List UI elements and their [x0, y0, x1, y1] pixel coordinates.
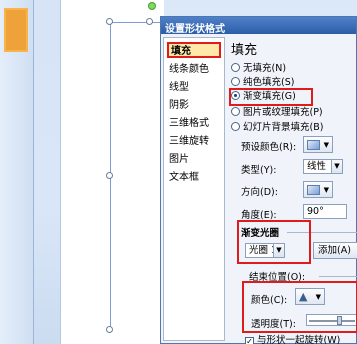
- highlight-gradient-fill: [229, 88, 313, 106]
- type-label: 类型(Y):: [241, 165, 277, 176]
- highlight-gradient-stops: [237, 220, 311, 264]
- rotation-handle[interactable]: [148, 2, 156, 10]
- radio-background-fill[interactable]: 幻灯片背景填充(B): [231, 121, 323, 135]
- resize-handle-left[interactable]: [106, 172, 113, 179]
- checkmark-icon: ✓: [245, 337, 254, 344]
- gradient-swatch-icon: [307, 140, 320, 150]
- type-select[interactable]: 线性 ▼: [303, 159, 343, 174]
- nav-item-3d-format[interactable]: 三维格式: [167, 116, 221, 132]
- angle-label: 角度(E):: [241, 210, 277, 221]
- radio-icon: [231, 77, 240, 86]
- resize-handle-top[interactable]: [146, 18, 153, 25]
- preset-color-button[interactable]: ▼: [303, 136, 333, 153]
- radio-no-fill[interactable]: 无填充(N): [231, 62, 286, 76]
- add-stop-button[interactable]: 添加(A): [313, 242, 357, 259]
- radio-icon: [231, 63, 240, 72]
- radio-label: 纯色填充(S): [243, 77, 295, 88]
- nav-item-3d-rotation[interactable]: 三维旋转: [167, 134, 221, 150]
- checkbox-label: 与形状一起旋转(W): [257, 335, 341, 344]
- direction-button[interactable]: ▼: [303, 181, 333, 198]
- nav-item-fill[interactable]: 填充: [167, 42, 221, 58]
- chevron-down-icon: ▼: [323, 186, 329, 194]
- radio-icon: [231, 122, 240, 131]
- nav-item-line-color[interactable]: 线条颜色: [167, 62, 221, 78]
- nav-item-text-box[interactable]: 文本框: [167, 170, 221, 186]
- group-divider: [319, 276, 357, 277]
- slide-thumbnail-panel: 1: [0, 0, 34, 344]
- gradient-direction-icon: [307, 185, 320, 195]
- radio-label: 无填充(N): [243, 63, 287, 74]
- resize-handle-top-left[interactable]: [106, 18, 113, 25]
- radio-label: 图片或纹理填充(P): [243, 107, 323, 118]
- format-shape-dialog: 设置形状格式 填充 线条颜色 线型 阴影 三维格式 三维旋转 图片 文本框 填充…: [160, 16, 357, 344]
- slide-thumbnail[interactable]: [4, 8, 28, 52]
- nav-item-shadow[interactable]: 阴影: [167, 98, 221, 114]
- section-title: 填充: [231, 43, 258, 58]
- direction-label: 方向(D):: [241, 187, 278, 198]
- nav-item-picture[interactable]: 图片: [167, 152, 221, 168]
- chevron-down-icon: ▼: [323, 141, 329, 149]
- rotate-with-shape-checkbox[interactable]: ✓ 与形状一起旋转(W): [245, 334, 340, 344]
- chevron-down-icon: ▼: [331, 160, 342, 173]
- resize-handle-bottom-left[interactable]: [106, 326, 113, 333]
- category-list: 填充 线条颜色 线型 阴影 三维格式 三维旋转 图片 文本框: [163, 37, 225, 341]
- angle-input[interactable]: 90°: [303, 204, 347, 219]
- radio-label: 幻灯片背景填充(B): [243, 122, 324, 133]
- nav-item-line-style[interactable]: 线型: [167, 80, 221, 96]
- radio-icon: [231, 107, 240, 116]
- angle-value: 90°: [307, 206, 324, 217]
- preset-color-label: 预设颜色(R):: [241, 142, 297, 153]
- type-value: 线性: [307, 161, 327, 172]
- radio-picture-fill[interactable]: 图片或纹理填充(P): [231, 106, 323, 120]
- dialog-title: 设置形状格式: [161, 17, 356, 35]
- fill-panel: 填充 无填充(N) 纯色填充(S) 渐变填充(G) 图片或纹理填充(P) 幻灯片…: [229, 37, 357, 344]
- highlight-color-transparency: [242, 281, 357, 333]
